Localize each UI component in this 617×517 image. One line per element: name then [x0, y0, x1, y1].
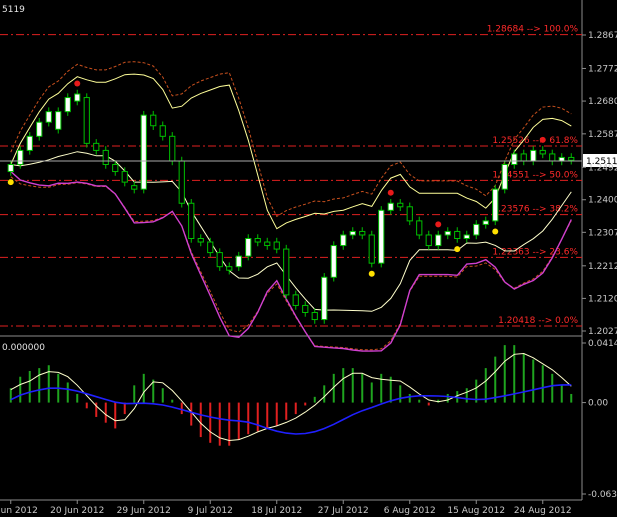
- bull-candle: [444, 230, 451, 236]
- bear-candle: [150, 114, 157, 127]
- time-axis-label: 27 Jul 2012: [318, 506, 369, 516]
- bear-candle: [416, 220, 423, 236]
- bear-candle: [302, 304, 309, 314]
- time-axis-label: 15 Aug 2012: [447, 506, 505, 516]
- bear-candle: [226, 266, 233, 271]
- bear-candle: [254, 238, 261, 243]
- bear-candle: [549, 153, 556, 162]
- signal-dot-yellow: [368, 270, 375, 277]
- bear-candle: [264, 241, 271, 247]
- bear-candle: [283, 248, 290, 296]
- time-axis-label: 29 Jun 2012: [117, 506, 171, 516]
- bear-candle: [188, 202, 195, 239]
- bear-candle: [112, 164, 119, 173]
- bull-candle: [492, 188, 499, 222]
- indicator-value-label: 0.000000: [2, 343, 45, 353]
- fib-level-label: 1.28684 --> 100.0%: [487, 25, 579, 35]
- bear-candle: [273, 241, 280, 250]
- bull-candle: [530, 149, 537, 162]
- price-axis-label: 1.24920: [588, 163, 617, 173]
- bull-candle: [482, 220, 489, 225]
- price-axis-label: 1.22125: [588, 262, 617, 272]
- bull-candle: [511, 153, 518, 166]
- bear-candle: [216, 252, 223, 268]
- bull-candle: [140, 114, 147, 190]
- bull-candle: [378, 209, 385, 264]
- bear-candle: [131, 185, 138, 190]
- bull-candle: [26, 135, 33, 151]
- bear-candle: [83, 97, 90, 144]
- price-axis-label: 1.23075: [588, 228, 617, 238]
- time-axis-label: 24 Aug 2012: [514, 506, 572, 516]
- price-axis-label: 1.20275: [588, 327, 617, 337]
- bear-candle: [311, 312, 318, 321]
- bear-candle: [568, 156, 575, 161]
- osc-axis-label: 0.00: [588, 399, 608, 409]
- bear-candle: [102, 149, 109, 165]
- fib-level-label: 1.23576 --> 38.2%: [492, 205, 578, 215]
- signal-dot-yellow: [454, 246, 461, 253]
- price-axis-label: 1.21200: [588, 294, 617, 304]
- time-axis-label: 9 Jul 2012: [188, 506, 233, 516]
- bear-candle: [454, 230, 461, 239]
- bear-candle: [169, 135, 176, 162]
- bull-candle: [473, 223, 480, 236]
- bull-candle: [64, 97, 71, 113]
- signal-dot-red: [435, 221, 442, 228]
- signal-dot-yellow: [492, 228, 499, 235]
- bull-candle: [36, 121, 43, 137]
- fib-level-label: 1.25526 --> 61.8%: [492, 136, 578, 146]
- bear-candle: [292, 294, 299, 306]
- bear-candle: [520, 153, 527, 162]
- bear-candle: [93, 142, 100, 151]
- bull-candle: [558, 156, 565, 162]
- bear-candle: [197, 238, 204, 243]
- bull-candle: [501, 164, 508, 190]
- price-axis-label: 1.26800: [588, 97, 617, 107]
- bull-candle: [7, 164, 14, 173]
- bull-candle: [245, 238, 252, 257]
- bull-candle: [435, 234, 442, 247]
- bull-candle: [45, 111, 52, 123]
- bull-candle: [463, 234, 470, 240]
- price-axis-label: 1.24000: [588, 196, 617, 206]
- bear-candle: [406, 206, 413, 222]
- bull-candle: [387, 202, 394, 211]
- bull-candle: [74, 93, 81, 102]
- time-axis-label: 6 Aug 2012: [384, 506, 436, 516]
- bear-candle: [121, 171, 128, 183]
- signal-dot-yellow: [7, 179, 14, 186]
- symbol-label: 5119: [2, 5, 25, 15]
- signal-dot-red: [539, 136, 546, 143]
- bear-candle: [207, 241, 214, 254]
- bull-candle: [330, 245, 337, 278]
- bull-candle: [17, 149, 24, 165]
- trading-chart[interactable]: 5119 0.000000 1.28684 --> 100.0% 1.25526 …: [0, 0, 617, 517]
- fib-level-label: 1.22363 --> 23.6%: [492, 247, 578, 257]
- bull-candle: [349, 230, 356, 236]
- bull-candle: [340, 234, 347, 247]
- bear-candle: [539, 149, 546, 155]
- osc-axis-label: 0.04148: [588, 339, 617, 349]
- bear-candle: [178, 160, 185, 204]
- time-axis-label: 18 Jul 2012: [251, 506, 302, 516]
- bear-candle: [359, 230, 366, 236]
- signal-dot-red: [74, 80, 81, 87]
- price-axis-label: 1.25870: [588, 130, 617, 140]
- bull-candle: [55, 111, 62, 130]
- bear-candle: [425, 234, 432, 247]
- time-axis-label: 20 Jun 2012: [50, 506, 104, 516]
- bear-candle: [159, 125, 166, 137]
- bear-candle: [397, 202, 404, 208]
- signal-dot-red: [387, 189, 394, 196]
- bull-candle: [321, 276, 328, 321]
- osc-axis-label: -0.06364: [588, 490, 617, 500]
- chart-background: [0, 0, 617, 517]
- price-axis-label: 1.28675: [588, 31, 617, 41]
- time-axis-label: 11 Jun 2012: [0, 506, 38, 516]
- price-axis-label: 1.27725: [588, 64, 617, 74]
- bear-candle: [368, 234, 375, 264]
- fib-level-label: 1.20418 --> 0.0%: [498, 316, 578, 326]
- bull-candle: [235, 255, 242, 268]
